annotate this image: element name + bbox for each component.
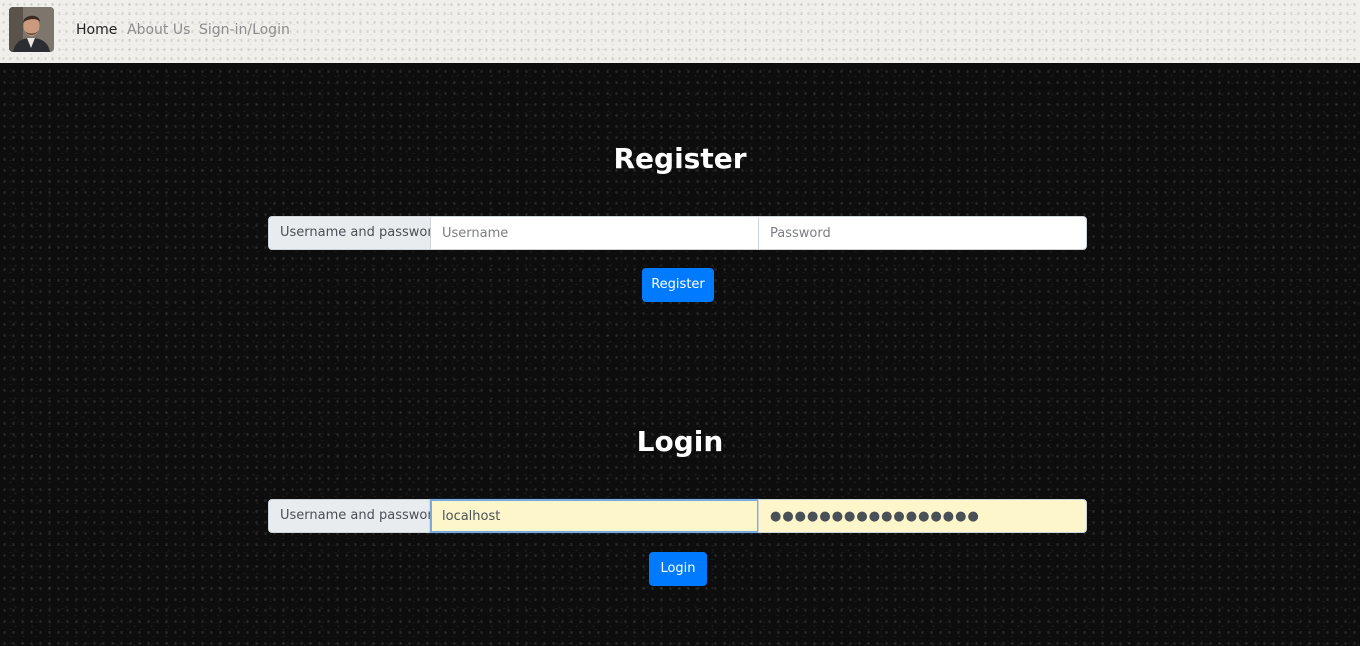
login-input-group: Username and password	[268, 499, 1088, 533]
login-button[interactable]: Login	[649, 552, 707, 586]
register-group-label: Username and password	[268, 216, 431, 250]
register-username-input[interactable]	[430, 216, 759, 250]
profile-photo-icon	[9, 7, 54, 52]
register-password-input[interactable]	[758, 216, 1087, 250]
register-button[interactable]: Register	[642, 268, 714, 302]
login-group-label: Username and password	[268, 499, 431, 533]
nav-home-link[interactable]: Home	[76, 21, 117, 39]
navbar: Home About Us Sign-in/Login	[0, 0, 1360, 63]
avatar[interactable]	[9, 7, 54, 52]
register-title: Register	[613, 142, 747, 175]
login-username-input[interactable]	[430, 499, 759, 533]
nav-about-link[interactable]: About Us	[127, 21, 190, 39]
nav-signin-link[interactable]: Sign-in/Login	[199, 21, 290, 39]
register-input-group: Username and password	[268, 216, 1088, 250]
login-password-input[interactable]	[758, 499, 1087, 533]
login-title: Login	[636, 425, 724, 458]
